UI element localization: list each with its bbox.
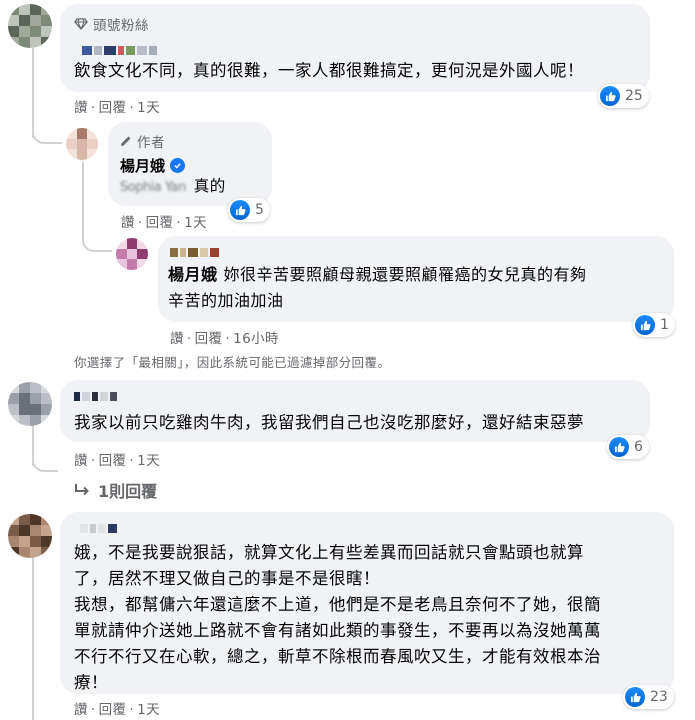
comment-bubble: 頭號粉絲 飲食文化不同，真的很難，一家人都很難搞定，更何況是外國人呢！ <box>60 4 650 92</box>
commenter-name[interactable] <box>170 248 221 257</box>
thread-curve <box>32 120 62 144</box>
reply-link[interactable]: 回覆 <box>99 100 127 116</box>
diamond-icon <box>74 18 88 30</box>
reply-link[interactable]: 回覆 <box>146 215 174 231</box>
like-count: 25 <box>625 88 643 104</box>
like-icon <box>230 200 250 220</box>
avatar[interactable] <box>66 128 98 160</box>
verified-icon <box>170 158 186 173</box>
avatar[interactable] <box>8 4 52 48</box>
view-replies-link[interactable]: 1則回覆 <box>74 478 157 502</box>
comment-actions: 讚 · 回覆 · 1天 <box>74 100 161 116</box>
comment-bubble: 楊月娥 妳很辛苦要照顧母親還要照顧罹癌的女兒真的有夠 辛苦的加油加油 <box>158 236 674 322</box>
badge-label: 頭號粉絲 <box>93 18 149 34</box>
timestamp[interactable]: 16小時 <box>233 331 279 347</box>
like-icon <box>625 687 645 707</box>
comment-actions: 讚 · 回覆 · 1天 <box>74 453 161 469</box>
comment-text: Sophia Yan 真的 <box>120 177 226 195</box>
like-link[interactable]: 讚 <box>74 100 88 116</box>
like-count: 6 <box>634 439 643 455</box>
author-label: 作者 <box>137 135 165 151</box>
avatar[interactable] <box>8 514 52 558</box>
like-count: 23 <box>650 689 668 705</box>
comment-actions: 讚 · 回覆 · 1天 <box>121 215 208 231</box>
reply-link[interactable]: 回覆 <box>99 453 127 469</box>
comment-text: 我家以前只吃雞肉牛肉，我留我們自己也沒吃那麼好，還好結束惡夢 <box>74 413 584 432</box>
timestamp[interactable]: 1天 <box>137 702 160 718</box>
commenter-name[interactable] <box>74 392 119 401</box>
avatar[interactable] <box>116 238 148 270</box>
commenter-name[interactable] <box>82 46 159 55</box>
top-fan-badge: 頭號粉絲 <box>74 14 149 34</box>
timestamp[interactable]: 1天 <box>184 215 207 231</box>
like-count: 1 <box>660 317 669 333</box>
reaction-count[interactable]: 1 <box>633 313 675 337</box>
comment-text: 飲食文化不同，真的很難，一家人都很難搞定，更何況是外國人呢！ <box>74 61 584 80</box>
like-count: 5 <box>255 202 264 218</box>
like-icon <box>609 437 629 457</box>
thread-curve <box>32 452 58 472</box>
like-link[interactable]: 讚 <box>74 453 88 469</box>
reply-link[interactable]: 回覆 <box>195 331 223 347</box>
thread-line <box>32 556 34 720</box>
reaction-count[interactable]: 25 <box>598 84 649 108</box>
like-icon <box>600 86 620 106</box>
like-icon <box>635 315 655 335</box>
filter-notice: 你選擇了「最相關」，因此系統可能已過濾掉部分回覆。 <box>74 355 391 370</box>
timestamp[interactable]: 1天 <box>137 453 160 469</box>
thread-curve <box>82 222 112 252</box>
comment-bubble: 作者 楊月娥 Sophia Yan 真的 <box>108 122 272 206</box>
reply-link[interactable]: 回覆 <box>99 702 127 718</box>
pencil-icon <box>121 136 131 146</box>
reaction-count[interactable]: 5 <box>228 198 270 222</box>
mention-tag[interactable]: 楊月娥 <box>168 265 218 284</box>
comment-text: 楊月娥 妳很辛苦要照顧母親還要照顧罹癌的女兒真的有夠 辛苦的加油加油 <box>168 265 587 310</box>
comment-bubble: 我家以前只吃雞肉牛肉，我留我們自己也沒吃那麼好，還好結束惡夢 <box>60 380 650 442</box>
reaction-count[interactable]: 6 <box>607 435 649 459</box>
thread-line <box>82 162 84 222</box>
mention-tag[interactable]: Sophia Yan <box>120 180 186 195</box>
comment-bubble: 娥，不是我要說狠話，就算文化上有些差異而回話就只會點頭也就算 了，居然不理又做自… <box>60 512 674 694</box>
reply-arrow-icon <box>75 484 89 496</box>
comment-actions: 讚 · 回覆 · 16小時 <box>170 331 279 347</box>
like-link[interactable]: 讚 <box>74 702 88 718</box>
reaction-count[interactable]: 23 <box>623 685 674 709</box>
like-link[interactable]: 讚 <box>121 215 135 231</box>
avatar[interactable] <box>8 382 52 426</box>
timestamp[interactable]: 1天 <box>137 100 160 116</box>
comment-text: 娥，不是我要說狠話，就算文化上有些差異而回話就只會點頭也就算 了，居然不理又做自… <box>74 543 601 692</box>
like-link[interactable]: 讚 <box>170 331 184 347</box>
author-badge: 作者 <box>120 131 165 151</box>
comment-actions: 讚 · 回覆 · 1天 <box>74 702 161 718</box>
commenter-name[interactable] <box>80 524 119 533</box>
